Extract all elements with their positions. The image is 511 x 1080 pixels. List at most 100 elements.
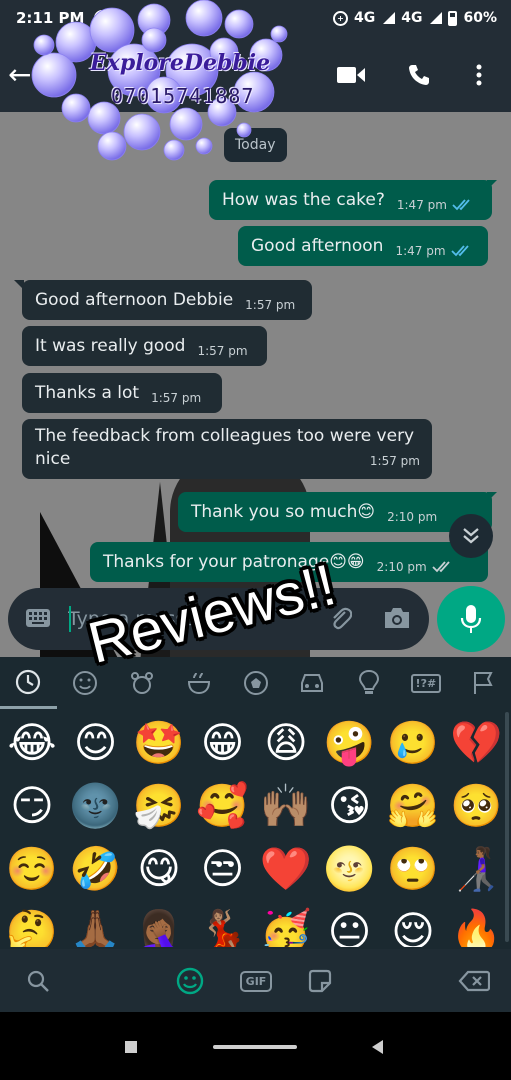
back-arrow-icon[interactable]: ← [8,58,31,91]
emoji-key[interactable]: 🙏🏾 [68,906,124,947]
emoji-key[interactable]: 👩🏾‍🦯 [449,843,505,895]
emoji-key[interactable]: 🤩 [131,717,187,769]
message-bubble-incoming[interactable]: Good afternoon Debbie 1:57 pm [22,280,312,320]
emoji-key[interactable]: 😘 [322,780,378,832]
chat-header: ← [0,36,511,112]
voice-record-button[interactable] [437,586,505,652]
more-options-icon[interactable] [462,58,496,92]
message-bubble-outgoing[interactable]: Thanks for your patronage😊😁 2:10 pm [90,542,488,582]
emoji-key[interactable]: ❤️ [258,843,314,895]
emoji-key[interactable]: 🥺 [449,780,505,832]
emoji-key[interactable]: 😏 [4,780,60,832]
message-time: 1:47 pm [395,244,446,258]
message-bubble-incoming[interactable]: Thanks a lot 1:57 pm [22,373,222,413]
message-input-box[interactable] [8,588,429,650]
notification-icon: B [94,10,111,26]
keyboard-icon[interactable] [25,608,51,632]
backspace-button[interactable] [452,961,496,1001]
emoji-key[interactable]: 😂 [4,717,60,769]
emoji-key[interactable]: 💃🏽 [195,906,251,947]
emoji-key[interactable]: 🤔 [4,906,60,947]
category-symbols-tab[interactable]: !?# [397,657,454,709]
emoji-key[interactable]: 😌 [385,906,441,947]
category-food-tab[interactable] [170,657,227,709]
emoji-key[interactable]: 🔥 [449,906,505,947]
emoji-key[interactable]: 😩 [258,717,314,769]
gif-tab-button[interactable]: GIF [236,961,276,1001]
message-input[interactable] [68,601,318,637]
symbols-icon: !?# [410,673,442,693]
message-time: 1:57 pm [369,454,420,468]
scroll-to-bottom-button[interactable] [449,514,493,558]
emoji-key[interactable]: 🤦🏾‍♀️ [131,906,187,947]
network-label-1: 4G [354,10,376,26]
recent-icon [16,669,41,694]
emoji-icon [176,967,204,995]
system-nav-bar [0,1012,511,1080]
emoji-key[interactable]: ☺️ [4,843,60,895]
emoji-key[interactable]: 🥳 [258,906,314,947]
category-activity-tab[interactable] [227,657,284,709]
sticker-tab-button[interactable] [300,961,340,1001]
category-flags-tab[interactable] [454,657,511,709]
camera-icon[interactable] [382,606,412,634]
category-animals-tab[interactable] [114,657,171,709]
animals-icon [130,672,153,694]
emoji-key[interactable]: 😐 [322,906,378,947]
gif-icon: GIF [239,970,273,992]
message-bubble-outgoing[interactable]: Good afternoon 1:47 pm [238,226,488,266]
keyboard-bottom-bar: GIF [0,949,511,1012]
emoji-key[interactable]: 😒 [195,843,251,895]
message-time: 2:10 pm [376,560,427,574]
emoji-key[interactable]: 🙌🏽 [258,780,314,832]
emoji-key[interactable]: 💔 [449,717,505,769]
message-text: It was really good [35,336,186,356]
message-time: 1:57 pm [245,298,296,312]
emoji-key[interactable]: 🤧 [131,780,187,832]
emoji-key[interactable]: 🌚 [68,780,124,832]
emoji-key[interactable]: 🤣 [68,843,124,895]
message-bubble-outgoing[interactable]: Thank you so much😊 2:10 pm [178,492,492,532]
emoji-scrollbar[interactable] [505,712,509,942]
emoji-key[interactable]: 🥰 [195,780,251,832]
message-bubble-incoming[interactable]: It was really good 1:57 pm [22,326,267,366]
back-icon[interactable] [372,1040,383,1054]
food-icon [187,672,210,695]
emoji-key[interactable]: 😁 [195,717,251,769]
category-objects-tab[interactable] [341,657,398,709]
emoji-grid: 😂 😊 🤩 😁 😩 🤪 🥲 💔 😏 🌚 🤧 🥰 🙌🏽 😘 🤗 🥺 ☺️ 🤣 😋 😒 ❤️ 🌝 🙄 👩🏾‍🦯 🤔 🙏🏾 🤦🏾‍♀️ 💃🏽… [0,717,511,947]
recents-icon[interactable] [125,1041,137,1053]
emoji-tab-button[interactable] [170,961,210,1001]
attach-icon[interactable] [330,606,353,636]
sticker-icon [308,969,332,993]
objects-icon [359,669,380,694]
chat-area[interactable]: Today How was the cake? 1:47 pm Good aft… [0,112,511,657]
home-pill-icon[interactable] [213,1045,297,1049]
signal-icon [383,12,396,24]
backspace-icon [458,970,490,992]
video-call-icon[interactable] [334,58,368,92]
category-smileys-tab[interactable] [57,657,114,709]
emoji-key[interactable]: 🌝 [322,843,378,895]
emoji-key[interactable]: 🤪 [322,717,378,769]
category-recent-tab[interactable] [0,657,57,709]
message-time: 1:57 pm [197,344,248,358]
read-ticks-icon [432,561,450,573]
emoji-key[interactable]: 🙄 [385,843,441,895]
emoji-key[interactable]: 😊 [68,717,124,769]
status-time: 2:11 PM [16,9,85,27]
emoji-key[interactable]: 😋 [131,843,187,895]
battery-icon [448,10,458,26]
emoji-search-button[interactable] [18,961,58,1001]
emoji-key[interactable]: 🤗 [385,780,441,832]
message-bubble-outgoing[interactable]: How was the cake? 1:47 pm [209,180,492,220]
emoji-key[interactable]: 🥲 [385,717,441,769]
voice-call-icon[interactable] [402,58,436,92]
date-chip: Today [224,128,287,162]
message-bubble-incoming[interactable]: The feedback from colleagues too were ve… [22,419,432,479]
message-text: Good afternoon Debbie [35,290,234,310]
message-time: 2:10 pm [387,510,438,524]
data-saver-icon: + [333,10,349,26]
flags-icon [473,672,493,694]
category-travel-tab[interactable] [284,657,341,709]
